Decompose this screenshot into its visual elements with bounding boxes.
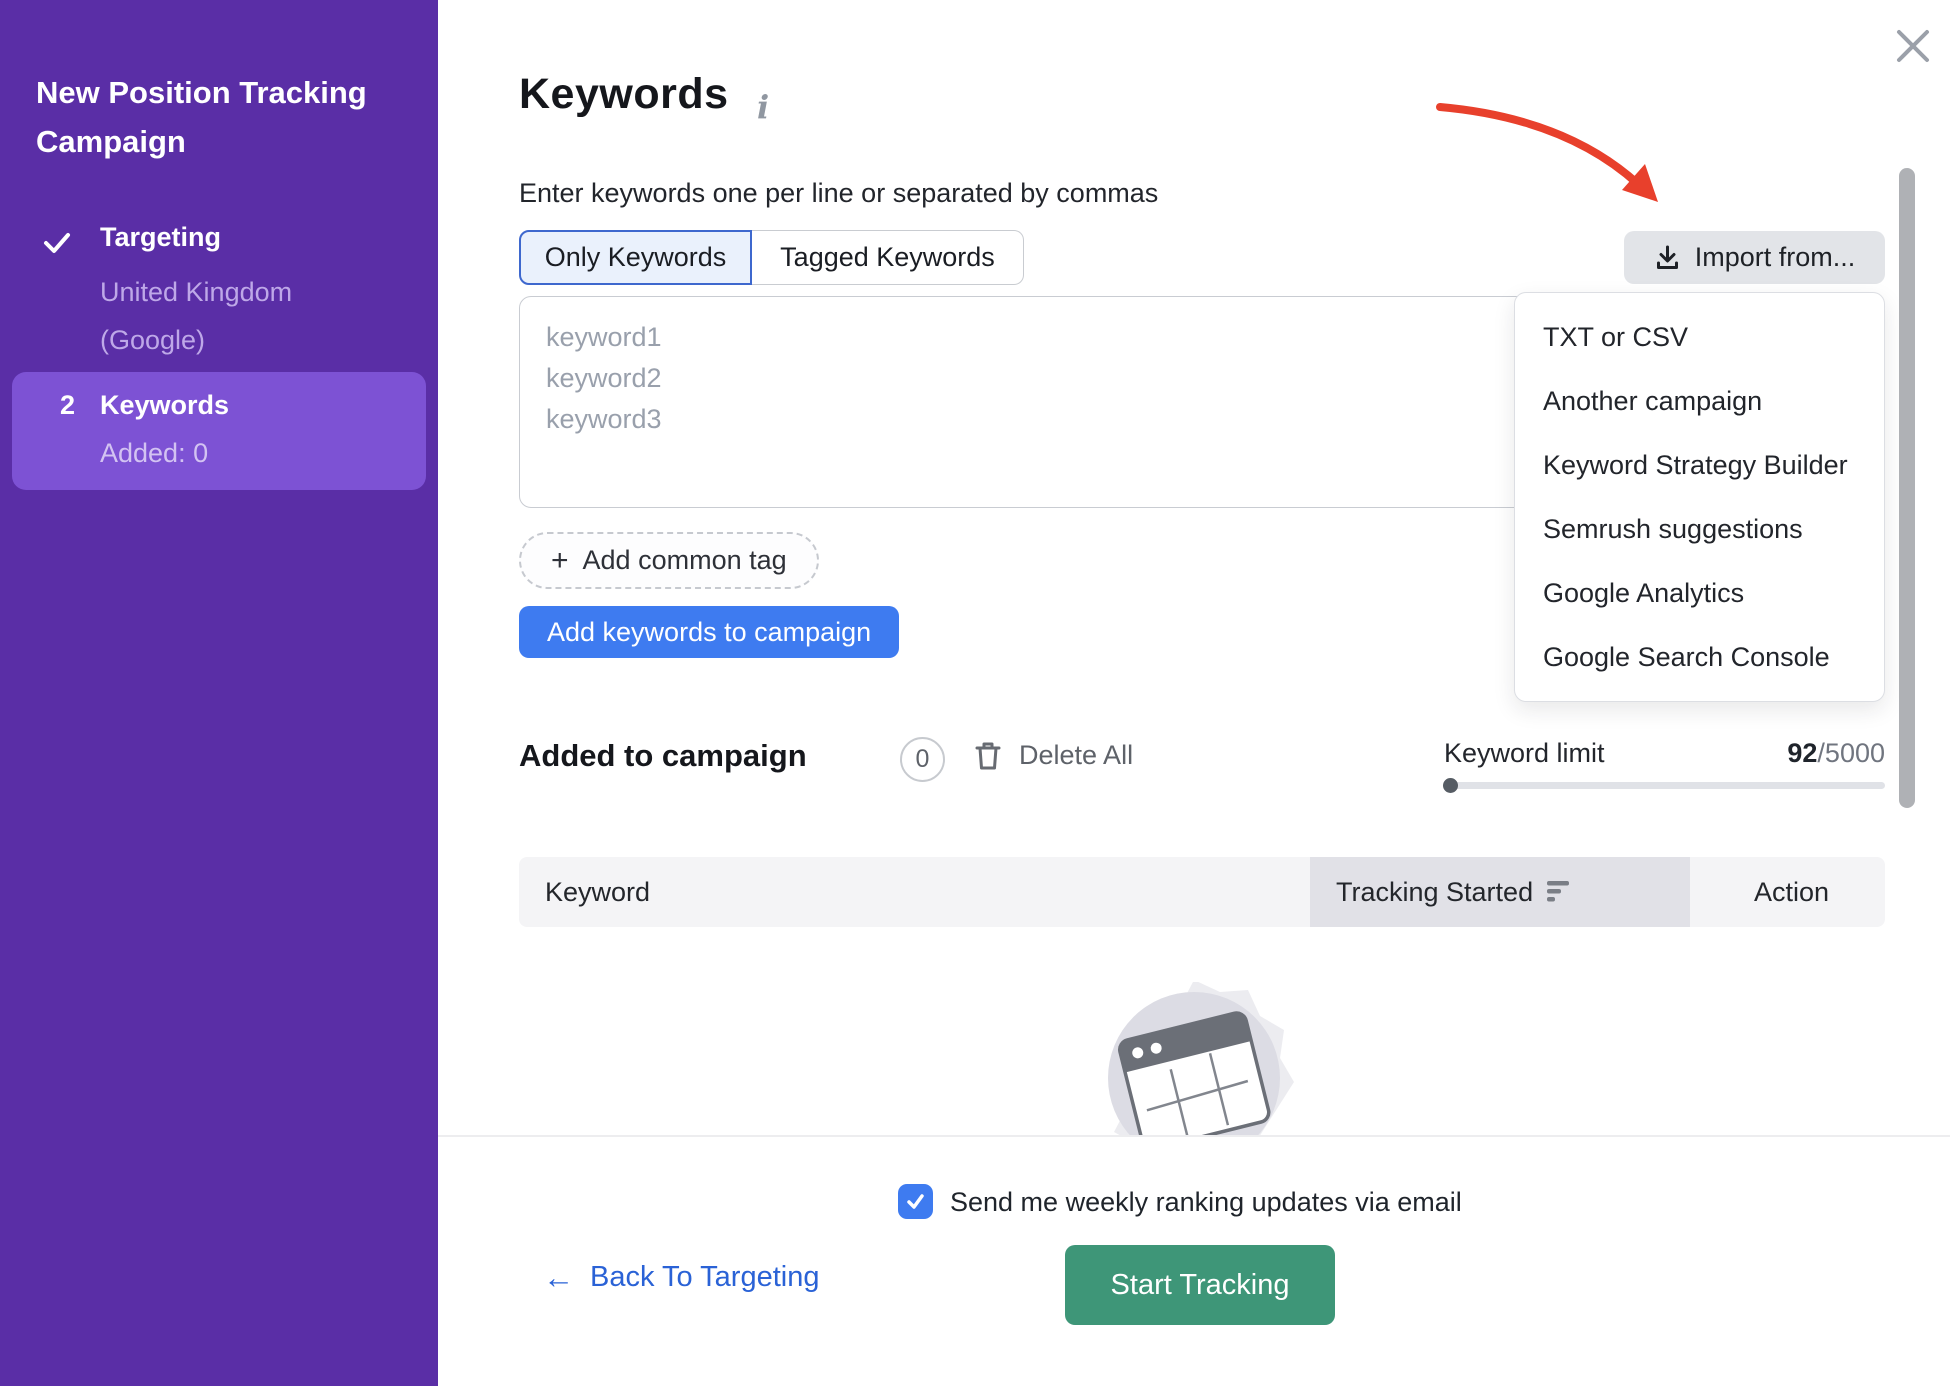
back-to-targeting-link[interactable]: ← Back To Targeting <box>543 1261 819 1294</box>
close-icon[interactable] <box>1891 24 1935 68</box>
import-from-button[interactable]: Import from... <box>1624 231 1885 284</box>
sidebar-step-targeting[interactable]: Targeting <box>100 222 221 253</box>
keywords-table-header: Keyword Tracking Started Action <box>519 857 1885 927</box>
email-updates-label: Send me weekly ranking updates via email <box>950 1187 1462 1218</box>
keywords-instruction: Enter keywords one per line or separated… <box>519 178 1158 209</box>
added-to-campaign-title: Added to campaign <box>519 738 807 774</box>
keyword-limit-total: /5000 <box>1817 738 1885 768</box>
tab-tagged-keywords[interactable]: Tagged Keywords <box>752 230 1024 285</box>
back-arrow-icon: ← <box>543 1263 574 1292</box>
new-position-tracking-modal: New Position Tracking Campaign Targeting… <box>0 0 1950 1386</box>
import-from-label: Import from... <box>1695 242 1856 273</box>
menu-item-keyword-strategy-builder[interactable]: Keyword Strategy Builder <box>1515 433 1884 497</box>
email-updates-checkbox[interactable] <box>898 1184 933 1219</box>
keyword-limit-value: 92/5000 <box>1787 738 1885 769</box>
check-icon <box>40 226 74 260</box>
menu-item-semrush-suggestions[interactable]: Semrush suggestions <box>1515 497 1884 561</box>
menu-item-google-search-console[interactable]: Google Search Console <box>1515 625 1884 689</box>
progress-dot <box>1443 778 1458 793</box>
add-keywords-to-campaign-button[interactable]: Add keywords to campaign <box>519 606 899 658</box>
trash-icon <box>975 741 1001 771</box>
plus-icon: + <box>551 544 569 578</box>
tab-only-keywords[interactable]: Only Keywords <box>519 230 752 285</box>
page-title: Keywords <box>519 70 729 119</box>
wizard-footer: Send me weekly ranking updates via email… <box>438 1135 1950 1386</box>
download-icon <box>1654 244 1681 271</box>
keyword-limit-progressbar[interactable] <box>1444 782 1885 789</box>
column-header-action: Action <box>1690 857 1885 927</box>
sidebar-step-keywords[interactable]: 2 Keywords Added: 0 <box>12 372 426 490</box>
add-common-tag-button[interactable]: + Add common tag <box>519 532 819 589</box>
vertical-scrollbar[interactable] <box>1899 168 1915 808</box>
menu-item-another-campaign[interactable]: Another campaign <box>1515 369 1884 433</box>
sort-descending-icon <box>1547 881 1573 903</box>
info-icon[interactable]: i <box>757 88 769 126</box>
menu-item-txt-csv[interactable]: TXT or CSV <box>1515 305 1884 369</box>
start-tracking-button[interactable]: Start Tracking <box>1065 1245 1335 1325</box>
sidebar-step-keywords-label: Keywords <box>100 390 229 421</box>
wizard-title: New Position Tracking Campaign <box>36 68 386 166</box>
added-count-badge: 0 <box>900 737 945 782</box>
sidebar-step-keywords-sublabel: Added: 0 <box>100 438 208 469</box>
wizard-sidebar: New Position Tracking Campaign Targeting… <box>0 0 438 1386</box>
add-common-tag-label: Add common tag <box>583 545 787 576</box>
column-header-tracking-started[interactable]: Tracking Started <box>1310 857 1690 927</box>
delete-all-button[interactable]: Delete All <box>975 740 1133 771</box>
sidebar-step-targeting-sublabel: United Kingdom (Google) <box>100 268 335 364</box>
menu-item-google-analytics[interactable]: Google Analytics <box>1515 561 1884 625</box>
checkmark-icon <box>905 1191 926 1212</box>
step-number: 2 <box>60 390 75 421</box>
keyword-limit-label: Keyword limit <box>1444 738 1605 769</box>
keyword-mode-tabs: Only Keywords Tagged Keywords <box>519 230 1024 285</box>
column-header-tracking-label: Tracking Started <box>1336 877 1533 908</box>
back-to-targeting-label: Back To Targeting <box>590 1261 819 1294</box>
delete-all-label: Delete All <box>1019 740 1133 771</box>
import-dropdown-menu: TXT or CSV Another campaign Keyword Stra… <box>1514 292 1885 702</box>
column-header-keyword[interactable]: Keyword <box>519 857 1310 927</box>
keyword-limit-used: 92 <box>1787 738 1817 768</box>
